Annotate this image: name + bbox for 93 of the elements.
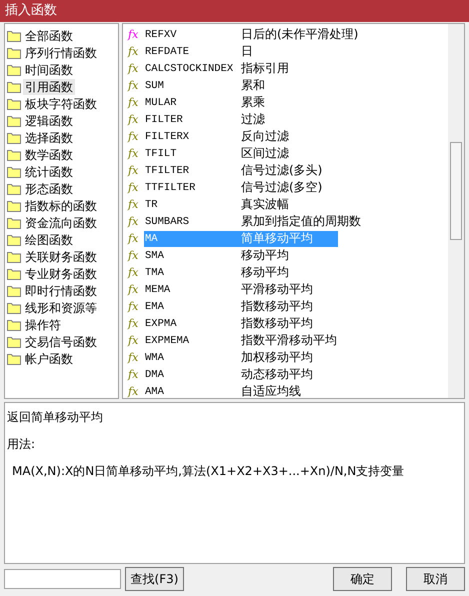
folder-icon [7,148,21,160]
category-item[interactable]: 关联财务函数 [23,248,99,264]
function-item[interactable]: REFXV 日后的(未作平滑处理) [144,26,358,42]
category-item[interactable]: 操作符 [23,316,63,332]
cancel-button[interactable]: 取消 [406,567,465,591]
function-item[interactable]: SMA 移动平均 [144,248,338,264]
ok-button[interactable]: 确定 [333,567,392,591]
function-item[interactable]: SUMBARS 累加到指定值的周期数 [144,214,361,230]
folder-icon [7,166,21,178]
category-item[interactable]: 交易信号函数 [23,334,99,350]
function-item[interactable]: SUM 累和 [144,78,338,94]
folder-icon [7,302,21,314]
category-item[interactable]: 统计函数 [23,164,75,180]
folder-icon [7,64,21,76]
category-item[interactable]: 形态函数 [23,180,75,196]
usage-label: 用法: [7,436,36,453]
window-title: 插入函数 [0,0,469,22]
function-icon: fx [128,232,144,245]
function-icon: fx [128,164,144,177]
category-item[interactable]: 资金流向函数 [23,214,99,230]
category-item[interactable]: 板块字符函数 [23,96,99,112]
function-item[interactable]: CALCSTOCKINDEX 指标引用 [144,60,338,76]
function-item[interactable]: WMA 加权移动平均 [144,350,338,366]
folder-icon [7,234,21,246]
function-item[interactable]: TMA 移动平均 [144,264,338,280]
function-icon: fx [128,283,144,296]
folder-icon [7,46,21,58]
function-item[interactable]: FILTERX 反向过滤 [144,128,338,144]
function-item[interactable]: REFDATE 日 [144,44,338,60]
function-item[interactable]: FILTER 过滤 [144,112,338,128]
function-icon: fx [128,334,144,347]
function-icon: fx [128,62,144,75]
function-item[interactable]: MULAR 累乘 [144,94,338,110]
folder-icon [7,200,21,212]
folder-icon [7,216,21,228]
function-item[interactable]: TFILT 区间过滤 [144,146,338,162]
function-item[interactable]: EMA 指数移动平均 [144,298,338,314]
category-item[interactable]: 选择函数 [23,130,75,146]
function-icon: fx [128,300,144,313]
category-item[interactable]: 帐户函数 [23,350,75,366]
function-icon: fx [128,368,144,381]
usage-text: MA(X,N):X的N日简单移动平均,算法(X1+X2+X3+...+Xn)/N,N支持变量 [11,463,406,480]
function-item[interactable]: EXPMEMA 指数平滑移动平均 [144,332,338,348]
function-item[interactable]: TFILTER 信号过滤(多头) [144,162,338,178]
folder-icon [7,114,21,126]
help-summary: 返回简单移动平均 [7,409,104,426]
folder-icon [7,98,21,110]
folder-icon [7,80,21,92]
folder-icon [7,132,21,144]
function-item[interactable]: TTFILTER 信号过滤(多空) [144,180,338,196]
category-item[interactable]: 全部函数 [23,28,75,44]
function-item[interactable]: DMA 动态移动平均 [144,366,338,382]
function-icon: fx [128,96,144,109]
scroll-thumb[interactable] [450,142,462,240]
function-item[interactable]: AMA 自适应均线 [144,384,338,400]
function-icon: fx [128,28,144,41]
function-icon: fx [128,45,144,58]
search-field[interactable] [4,569,121,589]
function-icon: fx [128,181,144,194]
category-item[interactable]: 绘图函数 [23,232,75,248]
category-item[interactable]: 数学函数 [23,146,75,162]
function-icon: fx [128,215,144,228]
category-item[interactable]: 指数标的函数 [23,198,99,214]
function-icon: fx [128,249,144,262]
folder-icon [7,268,21,280]
find-button[interactable]: 查找(F3) [125,567,184,591]
category-item[interactable]: 时间函数 [23,62,75,78]
category-item[interactable]: 即时行情函数 [23,282,99,298]
function-icon: fx [128,79,144,92]
function-icon: fx [128,113,144,126]
function-item[interactable]: TR 真实波幅 [144,196,338,212]
function-icon: fx [128,266,144,279]
folder-icon [7,30,21,42]
function-icon: fx [128,385,144,398]
folder-icon [7,336,21,348]
function-item[interactable]: MEMA 平滑移动平均 [144,282,338,298]
folder-icon [7,318,21,330]
category-item[interactable]: 逻辑函数 [23,112,75,128]
function-icon: fx [128,198,144,211]
folder-icon [7,250,21,262]
category-item[interactable]: 序列行情函数 [23,44,99,60]
function-icon: fx [128,130,144,143]
function-icon: fx [128,351,144,364]
category-item[interactable]: 引用函数 [23,78,75,94]
category-item[interactable]: 专业财务函数 [23,266,99,282]
function-icon: fx [128,147,144,160]
folder-icon [7,182,21,194]
category-item[interactable]: 线形和资源等 [23,300,99,316]
folder-icon [7,352,21,364]
folder-icon [7,284,21,296]
scrollbar[interactable] [448,24,464,398]
function-item[interactable]: EXPMA 指数移动平均 [144,316,338,332]
function-icon: fx [128,317,144,330]
